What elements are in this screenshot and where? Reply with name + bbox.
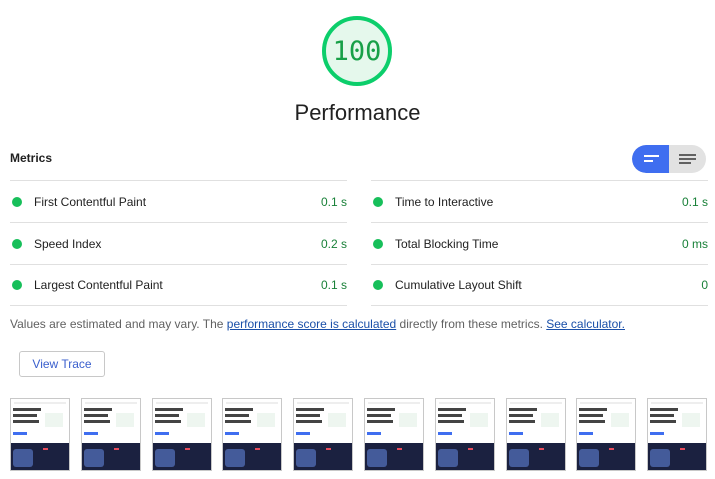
metric-value: 0 ms: [681, 236, 708, 251]
metric-label: Total Blocking Time: [395, 236, 499, 251]
metric-speed-index[interactable]: Speed Index 0.2 s: [10, 222, 347, 264]
metric-value: 0.1 s: [320, 194, 347, 209]
metric-cumulative-layout-shift[interactable]: Cumulative Layout Shift 0: [371, 264, 708, 306]
note-prefix: Values are estimated and may vary. The: [10, 317, 227, 331]
pass-indicator-icon: [373, 196, 383, 207]
note-middle: directly from these metrics.: [396, 317, 547, 331]
view-trace-button[interactable]: View Trace: [19, 351, 105, 377]
pass-indicator-icon: [12, 196, 22, 207]
metric-label: Time to Interactive: [395, 194, 494, 209]
compact-view-button[interactable]: [632, 145, 669, 173]
see-calculator-link[interactable]: See calculator.: [546, 317, 625, 331]
filmstrip-frame: [222, 398, 282, 471]
metric-time-to-interactive[interactable]: Time to Interactive 0.1 s: [371, 180, 708, 222]
filmstrip: [10, 398, 710, 474]
metrics-column-right: Time to Interactive 0.1 s Total Blocking…: [371, 180, 708, 306]
metric-value: 0.1 s: [320, 278, 347, 292]
pass-indicator-icon: [12, 238, 22, 249]
metric-largest-contentful-paint[interactable]: Largest Contentful Paint 0.1 s: [10, 264, 347, 306]
filmstrip-frame: [10, 398, 70, 471]
metric-value: 0.1 s: [681, 194, 708, 209]
metric-value: 0: [701, 278, 708, 292]
metric-first-contentful-paint[interactable]: First Contentful Paint 0.1 s: [10, 180, 347, 222]
pass-indicator-icon: [373, 280, 383, 290]
score-calculated-link[interactable]: performance score is calculated: [227, 317, 396, 331]
score-value: 100: [332, 35, 382, 67]
metrics-heading: Metrics: [10, 151, 53, 165]
metrics-column-left: First Contentful Paint 0.1 s Speed Index…: [10, 180, 347, 306]
metrics-view-toggle[interactable]: [632, 145, 706, 173]
metrics-note: Values are estimated and may vary. The p…: [10, 317, 625, 331]
filmstrip-frame: [506, 398, 566, 471]
metric-value: 0.2 s: [320, 236, 347, 251]
category-title: Performance: [294, 100, 421, 125]
filmstrip-frame: [576, 398, 636, 471]
pass-indicator-icon: [12, 280, 22, 290]
filmstrip-frame: [81, 398, 141, 471]
filmstrip-frame: [293, 398, 353, 471]
metric-total-blocking-time[interactable]: Total Blocking Time 0 ms: [371, 222, 708, 264]
expanded-view-button[interactable]: [669, 145, 706, 173]
expanded-view-icon: [679, 154, 696, 164]
metric-label: Speed Index: [34, 236, 102, 251]
pass-indicator-icon: [373, 238, 383, 249]
filmstrip-frame: [435, 398, 495, 471]
compact-view-icon: [644, 155, 659, 162]
metric-label: First Contentful Paint: [34, 194, 147, 209]
metric-label: Cumulative Layout Shift: [395, 278, 522, 292]
metric-label: Largest Contentful Paint: [34, 278, 163, 292]
filmstrip-frame: [647, 398, 707, 471]
filmstrip-frame: [364, 398, 424, 471]
filmstrip-frame: [152, 398, 212, 471]
